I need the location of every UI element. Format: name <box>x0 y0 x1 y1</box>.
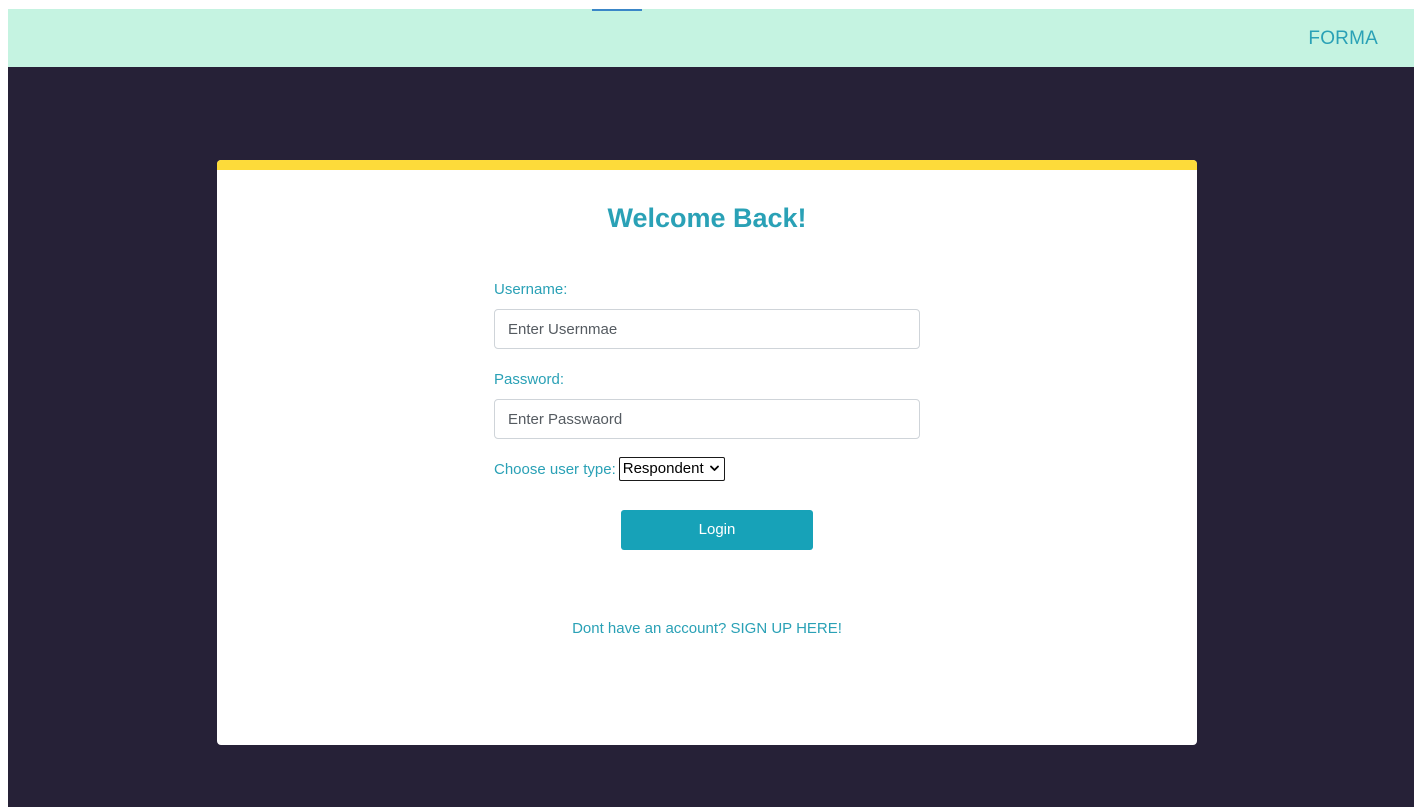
username-input[interactable] <box>494 309 920 349</box>
brand-link[interactable]: FORMA <box>1308 9 1378 67</box>
user-type-selected-value: Respondent <box>622 460 704 477</box>
user-type-label: Choose user type: <box>494 460 616 478</box>
page-viewport: FORMA Welcome Back! Username: Password: … <box>8 9 1414 807</box>
user-type-select[interactable]: Respondent <box>618 457 725 481</box>
username-label: Username: <box>494 281 568 298</box>
user-type-row: Choose user type: Respondent <box>494 456 725 482</box>
chevron-down-icon <box>709 465 719 471</box>
login-button[interactable]: Login <box>621 510 813 550</box>
page-title: Welcome Back! <box>607 203 807 233</box>
password-label: Password: <box>494 371 565 388</box>
nav-active-indicator <box>592 9 642 11</box>
password-input[interactable] <box>494 399 920 439</box>
signup-link[interactable]: Dont have an account? SIGN UP HERE! <box>217 620 1197 637</box>
top-navbar: FORMA <box>8 9 1414 67</box>
card-accent-bar <box>217 160 1197 170</box>
login-card: Welcome Back! Username: Password: Choose… <box>217 160 1197 745</box>
